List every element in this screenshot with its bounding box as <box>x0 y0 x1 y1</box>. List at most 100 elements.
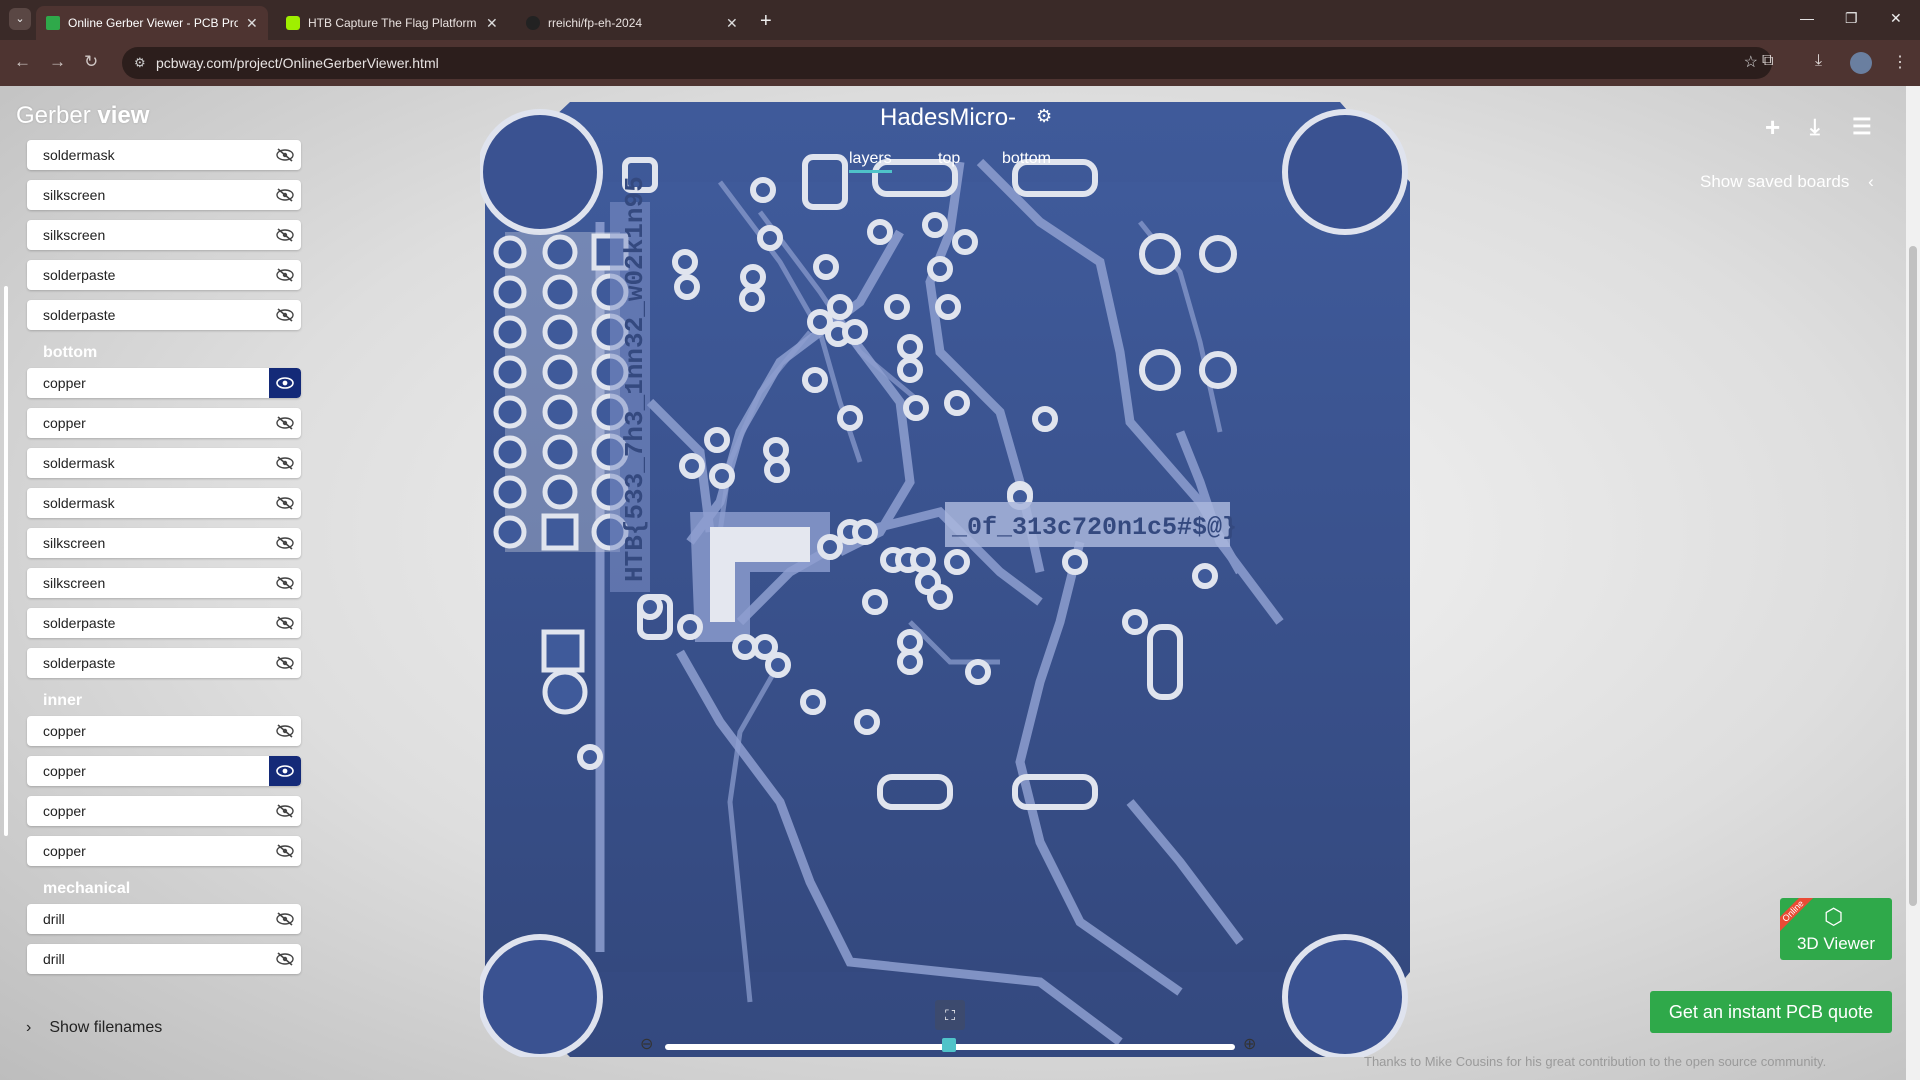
instant-quote-button[interactable]: Get an instant PCB quote <box>1650 991 1892 1033</box>
layer-row-soldermask[interactable]: soldermask <box>27 488 301 518</box>
layer-row-silkscreen[interactable]: silkscreen <box>27 528 301 558</box>
layer-row-copper[interactable]: copper <box>27 796 301 826</box>
eye-off-icon[interactable] <box>269 796 301 826</box>
url-field[interactable]: ⚙ pcbway.com/project/OnlineGerberViewer.… <box>122 47 1772 79</box>
download-icon[interactable]: ⤓ <box>1815 52 1822 70</box>
profile-avatar[interactable] <box>1850 52 1872 74</box>
eye-off-icon[interactable] <box>269 836 301 866</box>
zoom-out-icon[interactable]: ⊖ <box>640 1034 653 1054</box>
close-window-icon[interactable]: ✕ <box>1890 10 1902 27</box>
pin-pad <box>542 474 578 510</box>
layer-row-copper[interactable]: copper <box>27 836 301 866</box>
layer-row-solderpaste[interactable]: solderpaste <box>27 260 301 290</box>
layer-row-solderpaste[interactable]: solderpaste <box>27 608 301 638</box>
tab-layers[interactable]: layers <box>849 150 892 173</box>
credits-text: Thanks to Mike Cousins for his great con… <box>1364 1054 1827 1069</box>
zoom-slider-thumb[interactable] <box>942 1038 956 1052</box>
layer-row-drill[interactable]: drill <box>27 904 301 934</box>
layer-row-soldermask[interactable]: soldermask <box>27 140 301 170</box>
eye-off-icon[interactable] <box>269 448 301 478</box>
3d-viewer-button[interactable]: Online ⬡ 3D Viewer <box>1780 898 1892 960</box>
site-info-icon[interactable]: ⚙ <box>134 47 146 79</box>
add-board-icon[interactable]: + <box>1765 112 1780 143</box>
close-icon[interactable]: ✕ <box>246 15 258 32</box>
minimize-icon[interactable]: — <box>1800 10 1814 26</box>
show-filenames-toggle[interactable]: › Show filenames <box>26 1019 162 1037</box>
layer-row-drill[interactable]: drill <box>27 944 301 974</box>
layer-row-solderpaste[interactable]: solderpaste <box>27 648 301 678</box>
eye-off-icon[interactable] <box>269 488 301 518</box>
via <box>903 395 929 421</box>
eye-icon[interactable] <box>269 756 301 786</box>
layer-row-silkscreen[interactable]: silkscreen <box>27 220 301 250</box>
pin-pad <box>493 475 527 509</box>
layer-row-soldermask[interactable]: soldermask <box>27 448 301 478</box>
eye-off-icon[interactable] <box>269 716 301 746</box>
tab-github[interactable]: rreichi/fp-eh-2024 ✕ <box>516 6 748 40</box>
layer-name: copper <box>43 415 86 431</box>
via <box>867 219 893 245</box>
show-saved-boards[interactable]: Show saved boards ‹ <box>1700 172 1874 192</box>
via <box>910 547 936 573</box>
chevron-left-icon: ‹ <box>1868 172 1874 191</box>
layer-row-copper[interactable]: copper <box>27 408 301 438</box>
eye-off-icon[interactable] <box>269 648 301 678</box>
fullscreen-icon[interactable]: ⛶ <box>935 1000 965 1030</box>
layer-row-copper[interactable]: copper <box>27 756 301 786</box>
eye-off-icon[interactable] <box>269 140 301 170</box>
pin-pad <box>542 314 578 350</box>
layer-row-silkscreen[interactable]: silkscreen <box>27 568 301 598</box>
download-board-icon[interactable]: ⤓ <box>1810 114 1820 140</box>
via <box>897 334 923 360</box>
brand-light: Gerber <box>16 102 98 129</box>
layer-name: silkscreen <box>43 227 106 243</box>
browser-tab-bar: ⌄ Online Gerber Viewer - PCB Pro ✕ HTB C… <box>0 0 1920 40</box>
restore-icon[interactable]: ❐ <box>1845 10 1858 27</box>
eye-off-icon[interactable] <box>269 180 301 210</box>
new-tab-icon[interactable]: + <box>760 10 772 33</box>
menu-icon[interactable]: ⋮ <box>1892 52 1908 72</box>
reload-icon[interactable]: ↻ <box>84 52 98 72</box>
via <box>709 463 735 489</box>
eye-off-icon[interactable] <box>269 300 301 330</box>
eye-off-icon[interactable] <box>269 220 301 250</box>
eye-off-icon[interactable] <box>269 904 301 934</box>
eye-off-icon[interactable] <box>269 608 301 638</box>
bookmark-star-icon[interactable]: ☆ <box>1744 47 1758 79</box>
eye-off-icon[interactable] <box>269 408 301 438</box>
settings-sliders-icon[interactable]: ☰ <box>1852 114 1872 140</box>
connector-pad <box>1139 233 1181 275</box>
pcb-board-view[interactable]: HTB{533_7h3_1nn32_w02k1n95 _0f_313c720n1… <box>480 102 1425 1057</box>
close-icon[interactable]: ✕ <box>726 15 738 32</box>
eye-off-icon[interactable] <box>269 260 301 290</box>
layer-name: copper <box>43 763 86 779</box>
sidebar-scrollbar[interactable] <box>4 286 8 836</box>
page-scrollbar[interactable] <box>1906 86 1920 1080</box>
gear-icon[interactable]: ⚙ <box>1036 106 1052 127</box>
close-icon[interactable]: ✕ <box>486 15 498 32</box>
eye-off-icon[interactable] <box>269 944 301 974</box>
layer-row-solderpaste[interactable]: solderpaste <box>27 300 301 330</box>
via <box>757 225 783 251</box>
pin-pad <box>493 515 527 549</box>
back-icon[interactable]: ← <box>14 52 31 72</box>
layer-row-silkscreen[interactable]: silkscreen <box>27 180 301 210</box>
eye-off-icon[interactable] <box>269 568 301 598</box>
layer-row-copper[interactable]: copper <box>27 368 301 398</box>
layer-name: copper <box>43 843 86 859</box>
layer-row-copper[interactable]: copper <box>27 716 301 746</box>
square-pad <box>541 513 579 551</box>
forward-icon[interactable]: → <box>49 52 66 72</box>
page-scrollbar-thumb[interactable] <box>1909 246 1917 906</box>
tab-top[interactable]: top <box>938 150 960 168</box>
tab-search-icon[interactable]: ⌄ <box>9 8 31 30</box>
via <box>944 549 970 575</box>
tab-gerber-viewer[interactable]: Online Gerber Viewer - PCB Pro ✕ <box>36 6 268 40</box>
zoom-in-icon[interactable]: ⊕ <box>1243 1034 1256 1054</box>
extensions-icon[interactable]: ⧉ <box>1762 52 1773 70</box>
saved-boards-label: Show saved boards <box>1700 172 1850 191</box>
tab-htb[interactable]: HTB Capture The Flag Platform ✕ <box>276 6 508 40</box>
eye-off-icon[interactable] <box>269 528 301 558</box>
eye-icon[interactable] <box>269 368 301 398</box>
tab-bottom[interactable]: bottom <box>1002 150 1051 168</box>
